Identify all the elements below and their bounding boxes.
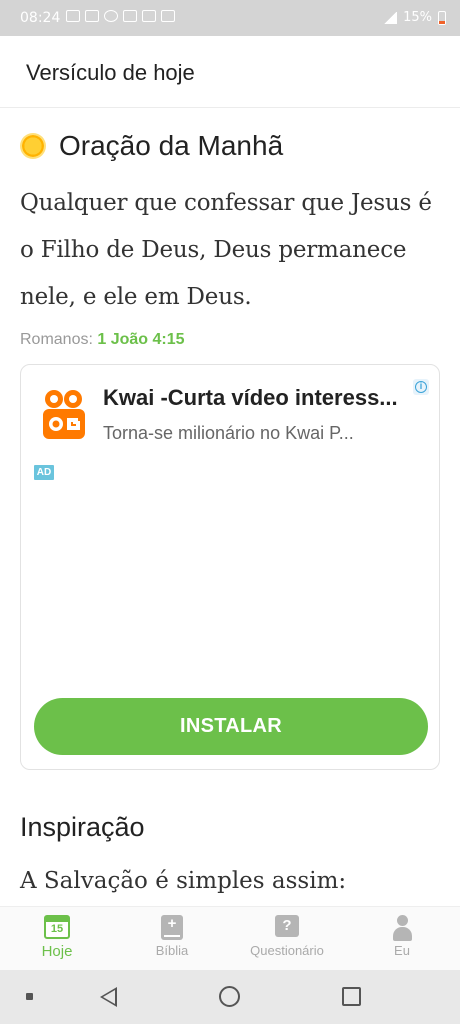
bible-icon (159, 915, 185, 941)
page-title: Versículo de hoje (26, 60, 195, 85)
back-icon[interactable] (100, 987, 117, 1007)
battery-icon (438, 10, 446, 25)
nav-label-profile: Eu (394, 943, 410, 958)
nav-label-bible: Bíblia (155, 943, 189, 958)
ad-card[interactable]: i Kwai -Curta vídeo interess... Torna-se… (20, 364, 440, 770)
battery-percent: 15% (403, 10, 432, 25)
kwai-logo-icon (43, 390, 85, 439)
mail-icon (142, 10, 156, 22)
status-time: 08:24 (20, 10, 61, 26)
recent-apps-icon[interactable] (342, 987, 361, 1006)
notification-icon (66, 10, 80, 22)
app-header: Versículo de hoje (0, 36, 460, 108)
reference-link[interactable]: 1 João 4:15 (97, 331, 184, 348)
image-icon (85, 10, 99, 22)
inspiration-text[interactable]: A Salvação é simples assim: (20, 868, 346, 894)
system-navigation-bar (0, 970, 460, 1024)
calendar-icon (161, 10, 175, 22)
nav-label-quiz: Questionário (250, 943, 324, 958)
sun-icon (22, 135, 44, 157)
calendar-icon: 15 (44, 915, 70, 941)
status-notification-icons (66, 10, 175, 22)
home-icon[interactable] (219, 986, 240, 1007)
facebook-icon (104, 10, 118, 22)
status-system-icons: 15% (383, 10, 446, 25)
nav-label-today: Hoje (41, 943, 73, 960)
nav-item-today[interactable]: 15 Hoje (7, 915, 107, 960)
prayer-title: Oração da Manhã (59, 130, 284, 161)
status-bar: 08:24 15% (0, 0, 460, 36)
reference-prefix: Romanos: (20, 331, 93, 348)
quiz-icon: ? (274, 915, 300, 941)
bottom-navigation: 15 Hoje Bíblia ? Questionário Eu (0, 906, 460, 970)
verse-reference: Romanos: 1 João 4:15 (20, 331, 185, 349)
nav-item-bible[interactable]: Bíblia (122, 915, 222, 958)
assistant-dot-icon[interactable] (26, 993, 33, 1000)
install-button[interactable]: INSTALAR (34, 698, 428, 755)
inspiration-title: Inspiração (20, 812, 145, 842)
ad-description[interactable]: Torna-se milionário no Kwai P... (103, 423, 423, 444)
ad-title[interactable]: Kwai -Curta vídeo interess... (103, 385, 423, 411)
nav-item-quiz[interactable]: ? Questionário (237, 915, 337, 958)
signal-icon (383, 11, 398, 24)
nav-item-profile[interactable]: Eu (352, 915, 452, 958)
ad-badge: AD (34, 465, 54, 480)
verse-text[interactable]: Qualquer que confessar que Jesus é o Fil… (20, 180, 445, 321)
calendar-day: 15 (50, 923, 64, 935)
profile-icon (389, 915, 415, 941)
youtube-icon (123, 10, 137, 22)
